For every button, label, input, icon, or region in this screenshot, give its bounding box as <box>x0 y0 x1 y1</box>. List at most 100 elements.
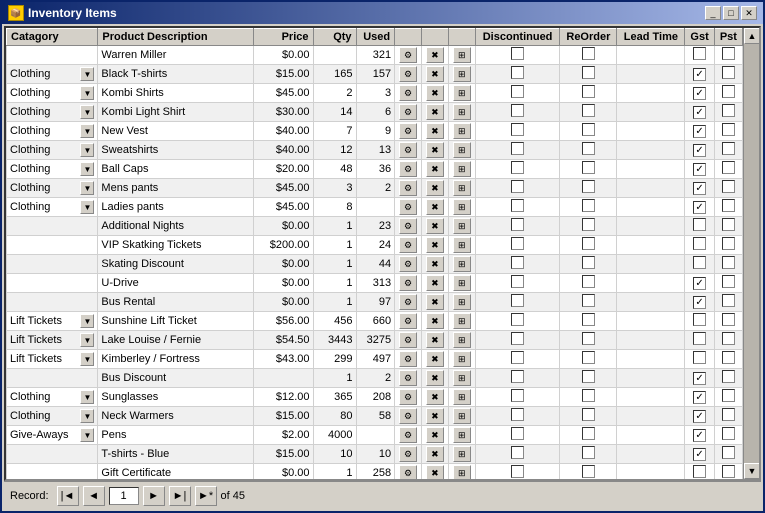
checkbox[interactable] <box>722 161 735 174</box>
dropdown-arrow-icon[interactable]: ▼ <box>80 352 94 366</box>
dropdown-arrow-icon[interactable]: ▼ <box>80 333 94 347</box>
checkbox[interactable] <box>511 389 524 402</box>
delete-icon[interactable]: ⊞ <box>453 446 471 462</box>
checkbox[interactable] <box>582 446 595 459</box>
checkbox[interactable] <box>693 372 706 385</box>
copy-icon[interactable]: ✖ <box>426 465 444 479</box>
copy-icon[interactable]: ✖ <box>426 389 444 405</box>
checkbox[interactable] <box>582 218 595 231</box>
copy-icon[interactable]: ✖ <box>426 351 444 367</box>
checkbox[interactable] <box>582 237 595 250</box>
checkbox[interactable] <box>693 448 706 461</box>
edit-icon[interactable]: ⚙ <box>399 408 417 424</box>
edit-icon[interactable]: ⚙ <box>399 256 417 272</box>
checkbox[interactable] <box>582 142 595 155</box>
checkbox[interactable] <box>722 313 735 326</box>
checkbox[interactable] <box>511 351 524 364</box>
edit-icon[interactable]: ⚙ <box>399 465 417 479</box>
nav-new-button[interactable]: ►* <box>195 486 217 506</box>
checkbox[interactable] <box>582 408 595 421</box>
dropdown-arrow-icon[interactable]: ▼ <box>80 428 94 442</box>
checkbox[interactable] <box>582 294 595 307</box>
edit-icon[interactable]: ⚙ <box>399 104 417 120</box>
checkbox[interactable] <box>722 123 735 136</box>
delete-icon[interactable]: ⊞ <box>453 199 471 215</box>
checkbox[interactable] <box>582 275 595 288</box>
checkbox[interactable] <box>693 125 706 138</box>
checkbox[interactable] <box>722 237 735 250</box>
checkbox[interactable] <box>582 85 595 98</box>
table-scroll[interactable]: Catagory Product Description Price Qty U… <box>6 28 743 479</box>
checkbox[interactable] <box>511 47 524 60</box>
checkbox[interactable] <box>511 66 524 79</box>
copy-icon[interactable]: ✖ <box>426 142 444 158</box>
checkbox[interactable] <box>722 218 735 231</box>
checkbox[interactable] <box>511 161 524 174</box>
checkbox[interactable] <box>582 123 595 136</box>
scroll-down-button[interactable]: ▼ <box>744 463 759 479</box>
checkbox[interactable] <box>511 123 524 136</box>
delete-icon[interactable]: ⊞ <box>453 104 471 120</box>
copy-icon[interactable]: ✖ <box>426 294 444 310</box>
checkbox[interactable] <box>582 313 595 326</box>
checkbox[interactable] <box>693 256 706 269</box>
delete-icon[interactable]: ⊞ <box>453 332 471 348</box>
edit-icon[interactable]: ⚙ <box>399 427 417 443</box>
checkbox[interactable] <box>693 465 706 478</box>
checkbox[interactable] <box>722 351 735 364</box>
checkbox[interactable] <box>582 180 595 193</box>
checkbox[interactable] <box>511 294 524 307</box>
checkbox[interactable] <box>582 47 595 60</box>
edit-icon[interactable]: ⚙ <box>399 66 417 82</box>
checkbox[interactable] <box>511 85 524 98</box>
edit-icon[interactable]: ⚙ <box>399 218 417 234</box>
delete-icon[interactable]: ⊞ <box>453 47 471 63</box>
delete-icon[interactable]: ⊞ <box>453 161 471 177</box>
copy-icon[interactable]: ✖ <box>426 275 444 291</box>
checkbox[interactable] <box>693 351 706 364</box>
copy-icon[interactable]: ✖ <box>426 313 444 329</box>
checkbox[interactable] <box>511 256 524 269</box>
checkbox[interactable] <box>693 313 706 326</box>
checkbox[interactable] <box>693 201 706 214</box>
checkbox[interactable] <box>511 104 524 117</box>
delete-icon[interactable]: ⊞ <box>453 408 471 424</box>
copy-icon[interactable]: ✖ <box>426 446 444 462</box>
checkbox[interactable] <box>693 47 706 60</box>
checkbox[interactable] <box>722 370 735 383</box>
checkbox[interactable] <box>722 104 735 117</box>
edit-icon[interactable]: ⚙ <box>399 332 417 348</box>
scrollbar[interactable]: ▲ ▼ <box>743 28 759 479</box>
minimize-button[interactable]: _ <box>705 6 721 20</box>
checkbox[interactable] <box>511 142 524 155</box>
checkbox[interactable] <box>722 332 735 345</box>
nav-next-button[interactable]: ► <box>143 486 165 506</box>
copy-icon[interactable]: ✖ <box>426 256 444 272</box>
edit-icon[interactable]: ⚙ <box>399 294 417 310</box>
copy-icon[interactable]: ✖ <box>426 180 444 196</box>
checkbox[interactable] <box>722 47 735 60</box>
copy-icon[interactable]: ✖ <box>426 161 444 177</box>
checkbox[interactable] <box>582 256 595 269</box>
copy-icon[interactable]: ✖ <box>426 427 444 443</box>
checkbox[interactable] <box>693 106 706 119</box>
checkbox[interactable] <box>693 332 706 345</box>
checkbox[interactable] <box>722 446 735 459</box>
delete-icon[interactable]: ⊞ <box>453 123 471 139</box>
checkbox[interactable] <box>693 429 706 442</box>
delete-icon[interactable]: ⊞ <box>453 85 471 101</box>
checkbox[interactable] <box>582 351 595 364</box>
copy-icon[interactable]: ✖ <box>426 104 444 120</box>
edit-icon[interactable]: ⚙ <box>399 389 417 405</box>
checkbox[interactable] <box>693 277 706 290</box>
edit-icon[interactable]: ⚙ <box>399 275 417 291</box>
checkbox[interactable] <box>582 370 595 383</box>
edit-icon[interactable]: ⚙ <box>399 237 417 253</box>
checkbox[interactable] <box>722 389 735 402</box>
dropdown-arrow-icon[interactable]: ▼ <box>80 162 94 176</box>
dropdown-arrow-icon[interactable]: ▼ <box>80 200 94 214</box>
edit-icon[interactable]: ⚙ <box>399 47 417 63</box>
copy-icon[interactable]: ✖ <box>426 218 444 234</box>
maximize-button[interactable]: □ <box>723 6 739 20</box>
checkbox[interactable] <box>722 199 735 212</box>
